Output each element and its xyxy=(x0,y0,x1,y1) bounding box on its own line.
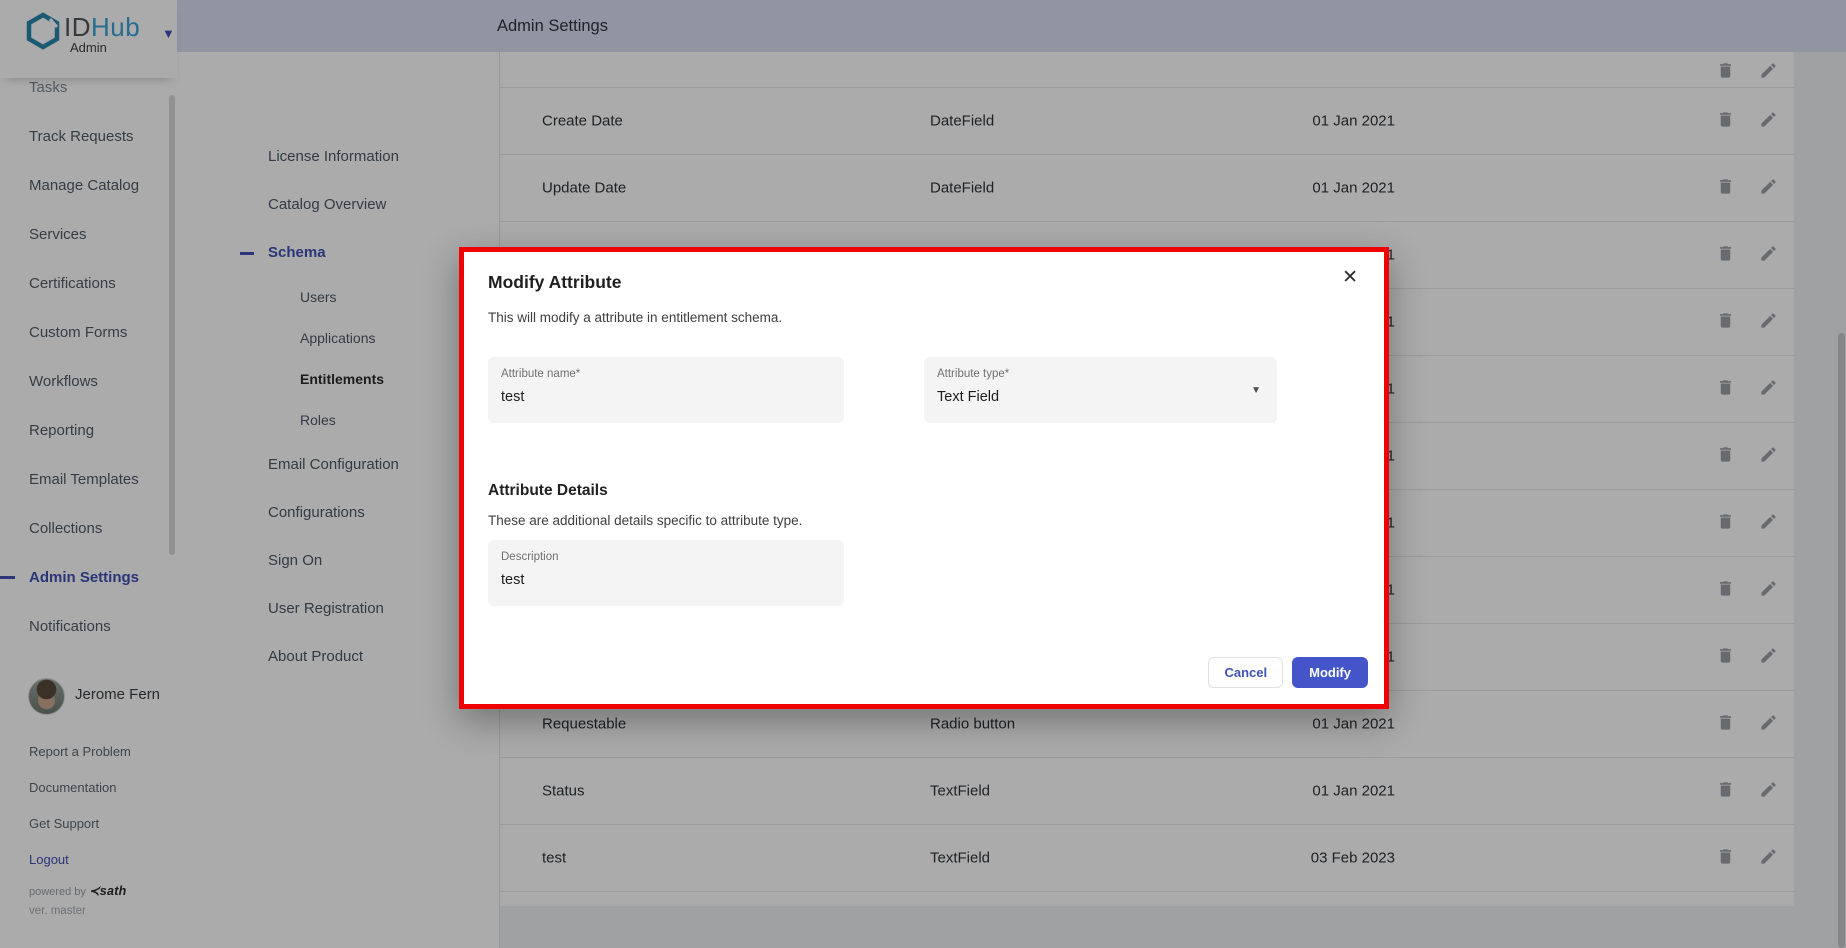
attribute-details-heading: Attribute Details xyxy=(488,482,608,500)
attribute-type-value: Text Field xyxy=(937,389,999,405)
cancel-button[interactable]: Cancel xyxy=(1208,657,1283,688)
modal-subtitle: This will modify a attribute in entitlem… xyxy=(488,310,782,325)
chevron-down-icon: ▼ xyxy=(1251,385,1261,396)
attribute-type-label: Attribute type* xyxy=(937,368,1009,380)
attribute-name-value: test xyxy=(501,389,524,405)
attribute-name-field[interactable]: Attribute name* test xyxy=(488,357,844,423)
modify-button[interactable]: Modify xyxy=(1292,657,1368,688)
description-label: Description xyxy=(501,551,559,563)
modal-title: Modify Attribute xyxy=(488,272,622,293)
attribute-type-select[interactable]: Attribute type* Text Field ▼ xyxy=(924,357,1277,423)
modify-attribute-modal: Modify Attribute ✕ This will modify a at… xyxy=(459,247,1389,709)
app-window: Admin Settings TasksTrack RequestsManage… xyxy=(0,0,1846,948)
description-value: test xyxy=(501,572,524,588)
attribute-name-label: Attribute name* xyxy=(501,368,580,380)
description-field[interactable]: Description test xyxy=(488,540,844,606)
attribute-details-text: These are additional details specific to… xyxy=(488,513,802,528)
close-icon[interactable]: ✕ xyxy=(1342,268,1358,287)
modal-actions: Cancel Modify xyxy=(1208,657,1368,688)
